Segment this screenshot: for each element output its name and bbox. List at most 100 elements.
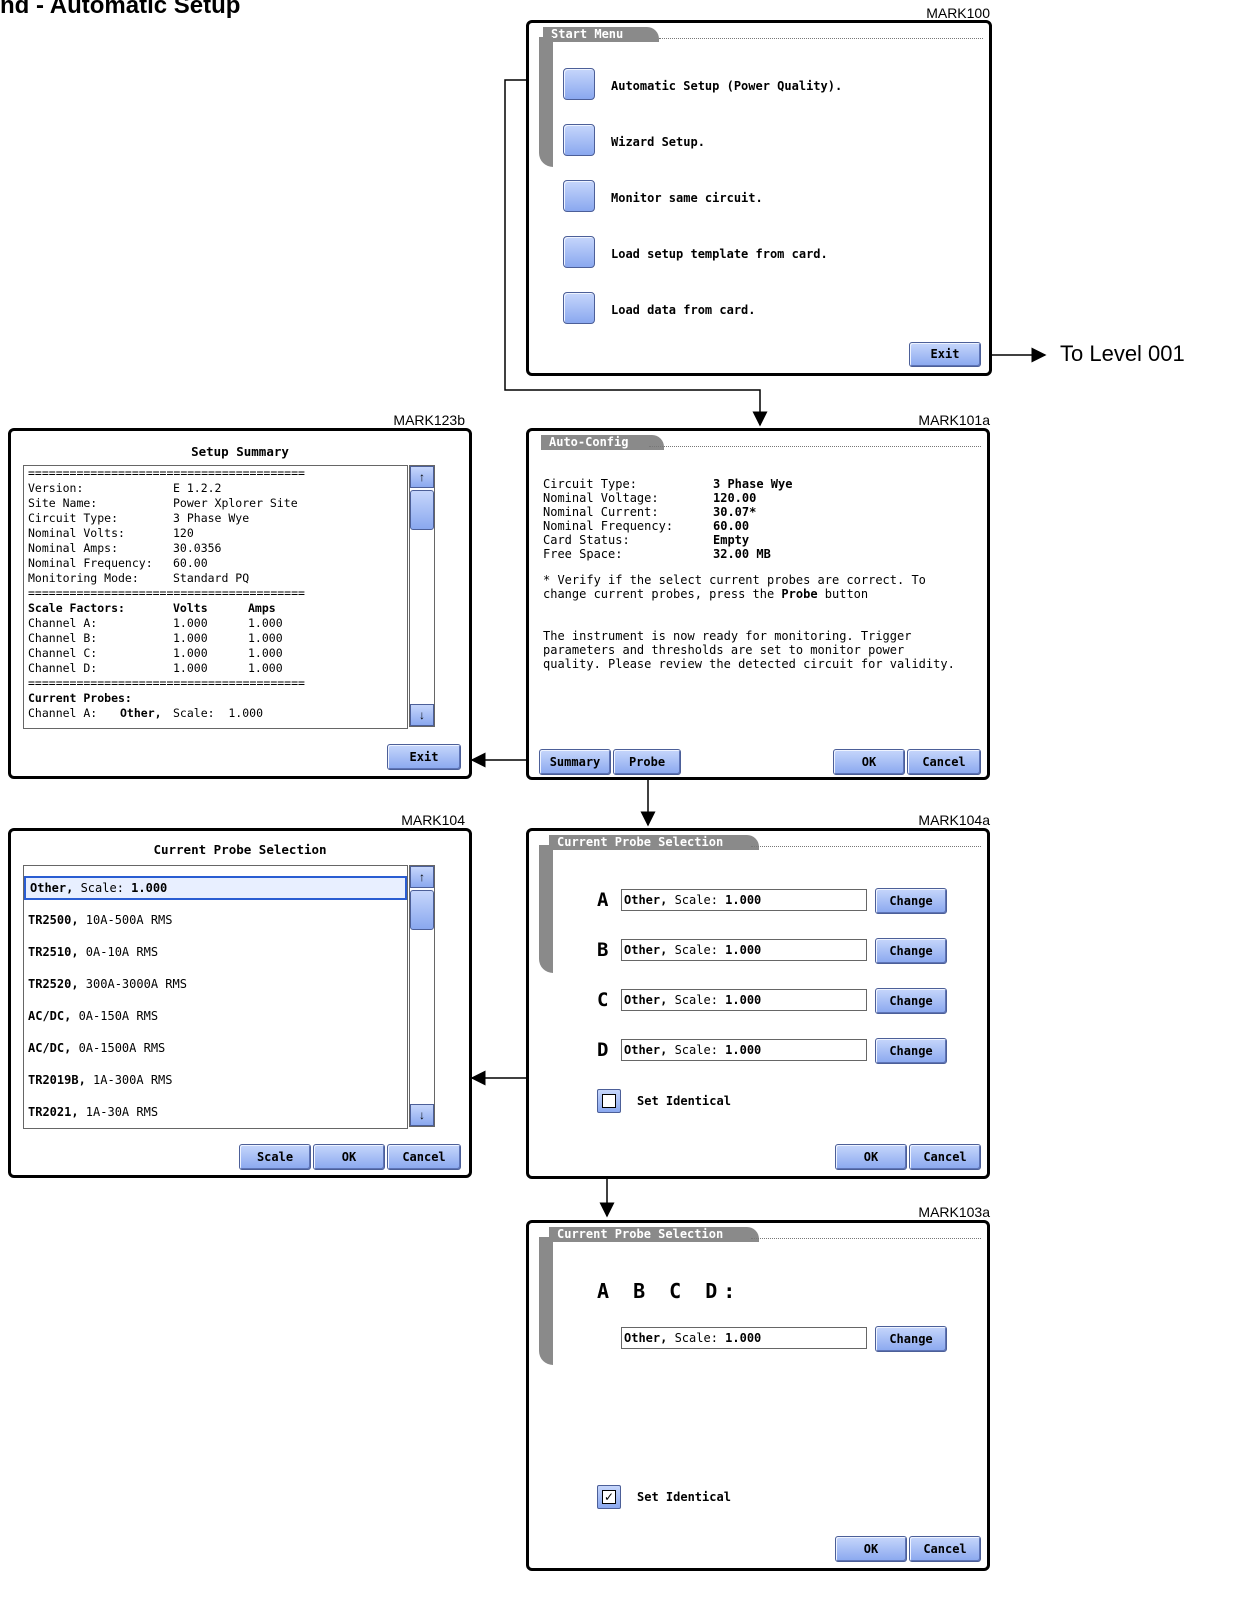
mark-summary: MARK123b [393,412,465,428]
checkmark-icon: ✓ [602,1490,616,1504]
scale-button[interactable]: Scale [239,1144,311,1170]
auto-config-screen: Auto-Config Circuit Type: 3 Phase Wye Nom… [526,428,990,780]
start-menu-screen: Start Menu Automatic Setup (Power Qualit… [526,20,992,376]
cancel-button[interactable]: Cancel [907,749,981,775]
nominal-frequency-row: Nominal Frequency: 60.00 [543,519,750,533]
probe-item-selected[interactable]: Other, Scale: 1.000 [24,876,407,900]
probe-item[interactable]: TR2500, 10A-500A RMS [24,907,407,933]
channel-d-label: D [597,1039,609,1061]
cancel-button[interactable]: Cancel [387,1144,461,1170]
change-button[interactable]: Change [875,1326,947,1352]
scroll-up-icon[interactable]: ↑ [410,466,434,488]
current-probes-header: Current Probes: [28,691,132,705]
probe-item[interactable]: AC/DC, 0A-150A RMS [24,1003,407,1029]
probe-list-title: Current Probe Selection [153,842,327,857]
all-channels-probe-field[interactable]: Other, Scale: 1.000 [621,1327,867,1349]
probe-item[interactable]: TR2510, 0A-10A RMS [24,939,407,965]
automatic-setup-button[interactable] [563,68,595,100]
load-setup-template-button[interactable] [563,236,595,268]
change-a-button[interactable]: Change [875,888,947,914]
tab-rule [751,1238,981,1239]
summary-text-box: ========================================… [23,465,408,729]
set-identical-checkbox[interactable]: ✓ [597,1485,621,1509]
summary-separator: ======================================== [28,586,305,600]
mark-probe-sel: MARK104a [918,812,990,828]
side-bar [539,845,553,973]
set-identical-checkbox[interactable] [597,1089,621,1113]
side-bar [539,1237,553,1365]
probe-list-box: Other, Scale: 1.000 TR2500, 10A-500A RMS… [23,865,408,1129]
nominal-current-row: Nominal Current: 30.07* [543,505,757,519]
channel-c-label: C [597,989,609,1011]
ok-button[interactable]: OK [835,1144,907,1170]
exit-button[interactable]: Exit [387,744,461,770]
channel-b-probe-field[interactable]: Other, Scale: 1.000 [621,939,867,961]
tab-rule [751,846,981,847]
scroll-thumb[interactable] [410,490,434,530]
mark-autoconfig: MARK101a [918,412,990,428]
probe-item[interactable]: TR2520, 300A-3000A RMS [24,971,407,997]
card-status-row: Card Status: Empty [543,533,750,547]
summary-separator: ======================================== [28,466,305,480]
load-setup-template-label: Load setup template from card. [611,247,828,261]
tab-rule [649,446,981,447]
monitor-same-circuit-label: Monitor same circuit. [611,191,763,205]
auto-config-tab: Auto-Config [541,435,665,450]
exit-button[interactable]: Exit [909,342,981,367]
summary-button[interactable]: Summary [539,749,611,775]
summary-separator: ======================================== [28,676,305,690]
setup-summary-screen: Setup Summary ==========================… [8,428,472,779]
channel-b-label: B [597,939,609,961]
verify-note-line2: change current probes, press the Probe b… [543,587,869,601]
scroll-down-icon[interactable]: ↓ [410,704,434,726]
circuit-type-row: Circuit Type: 3 Phase Wye [543,477,793,491]
tab-rule [659,38,983,39]
ready-text: The instrument is now ready for monitori… [543,629,955,671]
probe-selection-tab: Current Probe Selection [549,835,760,850]
change-d-button[interactable]: Change [875,1038,947,1064]
ok-button[interactable]: OK [313,1144,385,1170]
probe-item[interactable]: AC/DC, 0A-1500A RMS [24,1035,407,1061]
summary-title: Setup Summary [191,444,289,459]
channel-a-probe-field[interactable]: Other, Scale: 1.000 [621,889,867,911]
channel-c-probe-field[interactable]: Other, Scale: 1.000 [621,989,867,1011]
scroll-thumb[interactable] [410,890,434,930]
ok-button[interactable]: OK [835,1536,907,1562]
mark-probe-identical: MARK103a [918,1204,990,1220]
scroll-up-icon[interactable]: ↑ [410,866,434,888]
cancel-button[interactable]: Cancel [909,1144,981,1170]
ok-button[interactable]: OK [833,749,905,775]
load-data-label: Load data from card. [611,303,756,317]
set-identical-label: Set Identical [637,1094,731,1108]
probe-item[interactable]: TR2021, 1A-30A RMS [24,1099,407,1125]
channels-abcd-label: A B C D: [597,1279,742,1303]
set-identical-label: Set Identical [637,1490,731,1504]
wizard-setup-label: Wizard Setup. [611,135,705,149]
summary-scrollbar[interactable]: ↑ ↓ [409,465,435,727]
scroll-down-icon[interactable]: ↓ [410,1104,434,1126]
load-data-button[interactable] [563,292,595,324]
nominal-voltage-row: Nominal Voltage: 120.00 [543,491,757,505]
probe-item[interactable]: TR2019B, 1A-300A RMS [24,1067,407,1093]
probe-button[interactable]: Probe [613,749,681,775]
change-b-button[interactable]: Change [875,938,947,964]
channel-d-probe-field[interactable]: Other, Scale: 1.000 [621,1039,867,1061]
channel-a-label: A [597,889,609,911]
probe-list-screen: Current Probe Selection Other, Scale: 1.… [8,828,472,1178]
probe-selection-screen: Current Probe Selection A Other, Scale: … [526,828,990,1179]
monitor-same-circuit-button[interactable] [563,180,595,212]
probe-identical-tab: Current Probe Selection [549,1227,760,1242]
change-c-button[interactable]: Change [875,988,947,1014]
to-level-label: To Level 001 [1060,341,1185,366]
probe-identical-screen: Current Probe Selection A B C D: Other, … [526,1220,990,1571]
start-menu-tab: Start Menu [543,27,660,42]
side-bar [539,37,553,167]
free-space-row: Free Space: 32.00 MB [543,547,771,561]
probe-list-scrollbar[interactable]: ↑ ↓ [409,865,435,1127]
wizard-setup-button[interactable] [563,124,595,156]
verify-note-line1: * Verify if the select current probes ar… [543,573,926,587]
cancel-button[interactable]: Cancel [909,1536,981,1562]
mark-probe-list: MARK104 [401,812,465,828]
automatic-setup-label: Automatic Setup (Power Quality). [611,79,843,93]
checkbox-unchecked-icon [602,1094,616,1108]
